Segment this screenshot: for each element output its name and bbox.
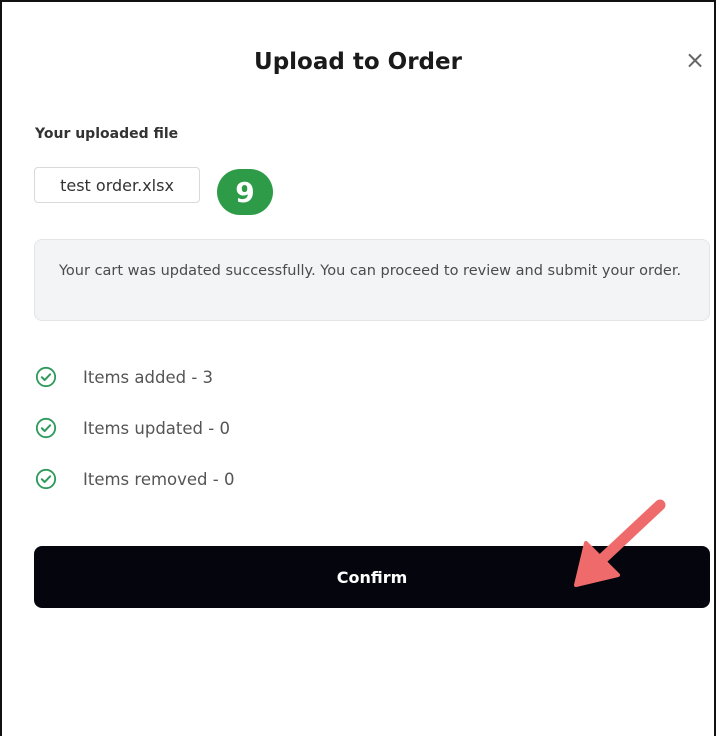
check-circle-icon	[35, 468, 57, 490]
pointer-arrow-icon	[574, 499, 666, 587]
uploaded-file-name: test order.xlsx	[34, 167, 200, 203]
stat-items-added: Items added - 3	[35, 366, 213, 388]
close-icon[interactable]: ×	[685, 48, 705, 72]
success-notice: Your cart was updated successfully. You …	[34, 239, 710, 321]
check-circle-icon	[35, 417, 57, 439]
stat-label: Items updated - 0	[83, 418, 230, 438]
upload-dialog: Upload to Order × Your uploaded file tes…	[0, 0, 716, 736]
check-circle-icon	[35, 366, 57, 388]
dialog-title: Upload to Order	[254, 49, 462, 75]
stat-label: Items added - 3	[83, 367, 214, 387]
success-notice-text: Your cart was updated successfully. You …	[59, 263, 682, 279]
step-number-badge: 9	[217, 169, 273, 215]
uploaded-file-label: Your uploaded file	[35, 126, 179, 142]
stat-items-updated: Items updated - 0	[35, 417, 230, 439]
stat-label: Items removed - 0	[83, 469, 235, 489]
stat-items-removed: Items removed - 0	[35, 468, 234, 490]
